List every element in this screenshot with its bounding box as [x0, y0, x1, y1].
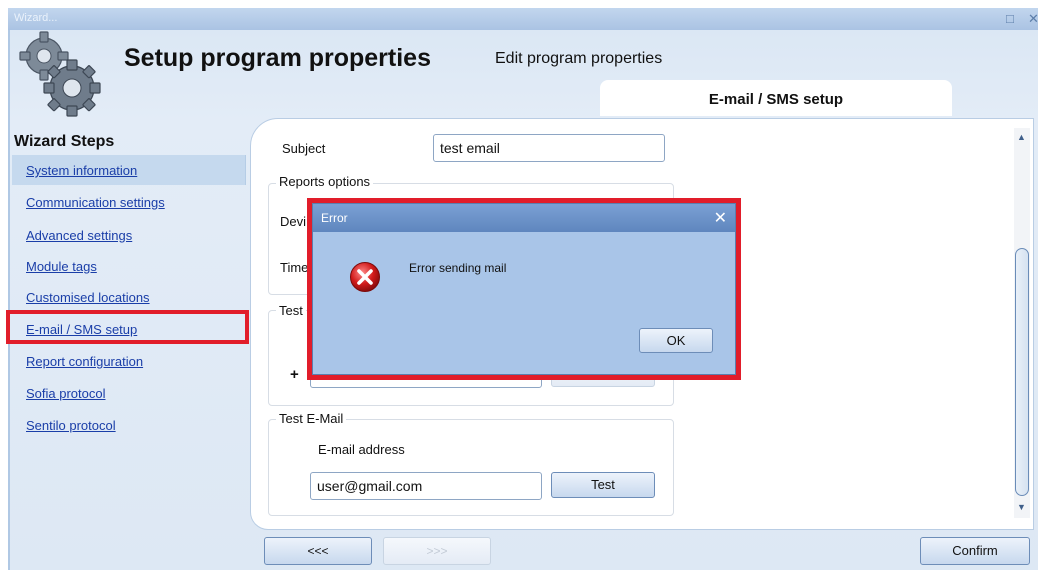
window-title: Wizard...: [14, 12, 58, 24]
back-button[interactable]: <<<: [264, 537, 372, 565]
email-address-input[interactable]: user@gmail.com: [310, 472, 542, 500]
sidebar-item-module-tags[interactable]: Module tags: [26, 259, 97, 274]
gears-icon: [19, 31, 101, 117]
restore-icon[interactable]: □: [1006, 11, 1014, 26]
dialog-close-icon[interactable]: ✕: [714, 208, 727, 228]
wizard-steps-title: Wizard Steps: [14, 133, 115, 150]
dialog-message: Error sending mail: [409, 261, 507, 275]
sidebar-item-customised-locations[interactable]: Customised locations: [26, 290, 150, 305]
next-button[interactable]: >>>: [383, 537, 491, 565]
window-titlebar: Wizard... □ ✕: [8, 8, 1038, 30]
sidebar-item-advanced-settings[interactable]: Advanced settings: [26, 228, 132, 243]
sidebar-item-report-configuration[interactable]: Report configuration: [26, 354, 143, 369]
device-label: Devi: [280, 214, 307, 229]
subject-label: Subject: [282, 141, 326, 156]
scrollbar-thumb[interactable]: [1015, 248, 1029, 496]
page-subtitle: Edit program properties: [495, 50, 663, 67]
step-highlight-outline: [6, 310, 249, 344]
test-email-label: Test E-Mail: [276, 411, 347, 426]
reports-options-label: Reports options: [276, 174, 374, 189]
subject-input[interactable]: test email: [433, 134, 665, 162]
error-dialog: Error ✕ Error sending mail OK: [312, 203, 736, 375]
error-icon: [350, 262, 380, 292]
tab-email-sms-setup[interactable]: E-mail / SMS setup: [600, 80, 952, 116]
page-title: Setup program properties: [124, 44, 431, 72]
test-sms-label: Test: [276, 303, 306, 318]
sidebar-item-sentilo-protocol[interactable]: Sentilo protocol: [26, 418, 116, 433]
test-email-button[interactable]: Test: [551, 472, 655, 498]
add-plus-icon[interactable]: +: [290, 366, 299, 383]
scroll-up-arrow-icon[interactable]: ▲: [1017, 132, 1026, 142]
sidebar-item-communication-settings[interactable]: Communication settings: [26, 195, 165, 210]
dialog-title: Error: [321, 211, 348, 225]
test-email-group: [268, 419, 674, 516]
close-icon[interactable]: ✕: [1028, 11, 1038, 27]
confirm-button[interactable]: Confirm: [920, 537, 1030, 565]
email-address-label: E-mail address: [318, 442, 405, 457]
content-scrollbar[interactable]: ▲ ▼: [1014, 128, 1030, 518]
scroll-down-arrow-icon[interactable]: ▼: [1017, 502, 1026, 512]
dialog-titlebar: Error ✕: [313, 204, 735, 232]
time-label: Time: [280, 260, 309, 275]
dialog-ok-button[interactable]: OK: [639, 328, 713, 353]
sidebar-item-sofia-protocol[interactable]: Sofia protocol: [26, 386, 106, 401]
sidebar-item-system-information[interactable]: System information: [26, 163, 137, 178]
